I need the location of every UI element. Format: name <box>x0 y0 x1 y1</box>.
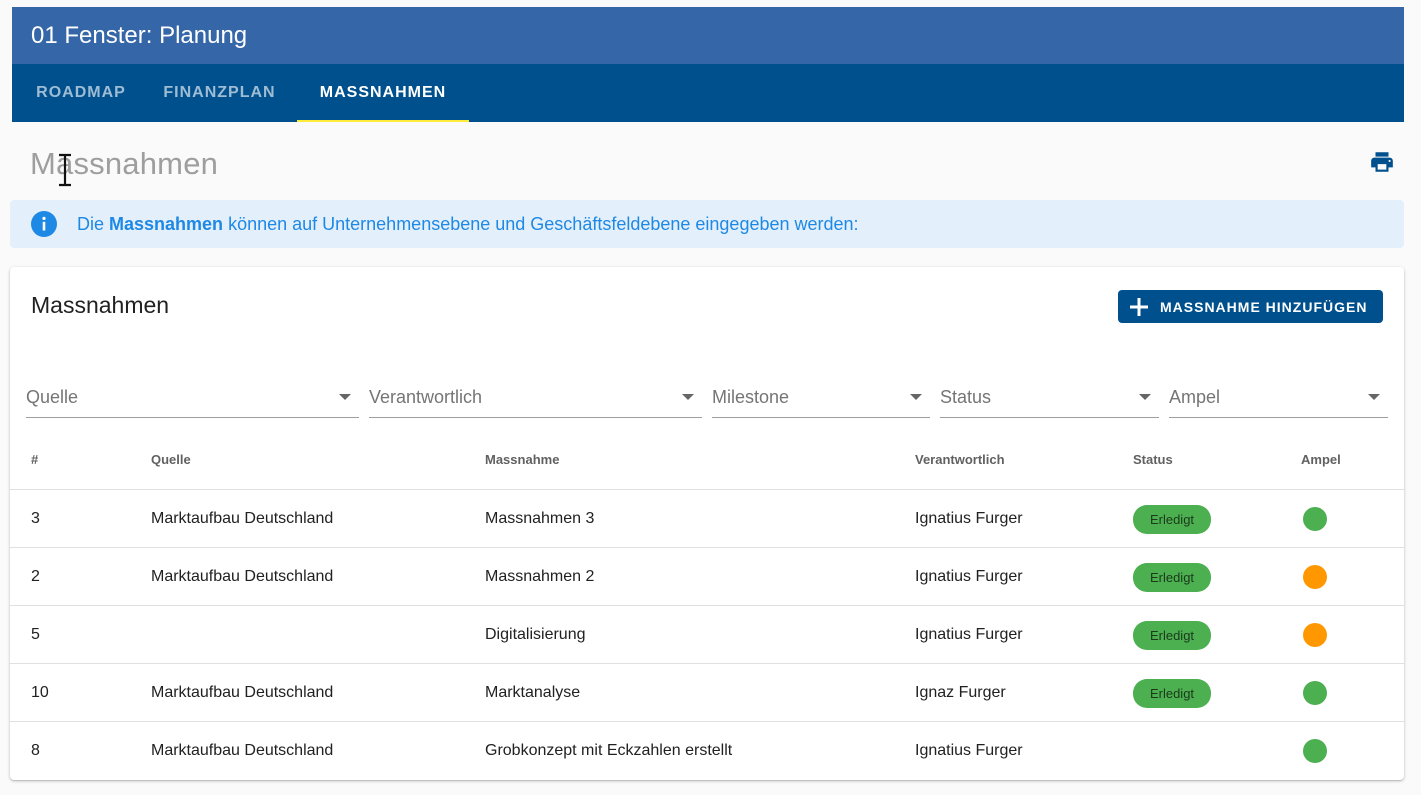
header-ampel[interactable]: Ampel <box>1301 452 1341 467</box>
header-verantwortlich[interactable]: Verantwortlich <box>915 452 1005 467</box>
tab-roadmap[interactable]: ROADMAP <box>12 64 142 122</box>
caret-down-icon <box>682 394 694 400</box>
caret-down-icon <box>1139 394 1151 400</box>
tab-bar: ROADMAP FINANZPLAN MASSNAHMEN <box>12 64 1404 122</box>
status-badge: Erledigt <box>1133 562 1211 592</box>
cell-nr: 3 <box>31 510 40 527</box>
cell-ampel <box>1303 722 1327 780</box>
filter-status[interactable]: Status <box>940 377 1159 418</box>
header-quelle[interactable]: Quelle <box>151 452 191 467</box>
cell-nr: 5 <box>31 626 40 643</box>
table-row[interactable]: 2 Marktaufbau Deutschland Massnahmen 2 Igna… <box>10 547 1404 605</box>
filter-quelle[interactable]: Quelle <box>26 377 359 418</box>
cell-nr: 2 <box>31 568 40 585</box>
cell-massnahme: Massnahmen 2 <box>485 568 595 585</box>
filter-ampel[interactable]: Ampel <box>1169 377 1388 418</box>
header-nr[interactable]: # <box>31 452 38 467</box>
cell-verantwortlich: Ignatius Furger <box>915 510 1023 527</box>
cell-verantwortlich: Ignatius Furger <box>915 626 1023 643</box>
add-massnahme-button[interactable]: MASSNAHME HINZUFÜGEN <box>1118 290 1383 323</box>
window-title-bar: 01 Fenster: Planung <box>12 7 1404 64</box>
cell-status: Erledigt <box>1133 606 1211 664</box>
cell-massnahme: Digitalisierung <box>485 626 586 643</box>
cell-quelle: Marktaufbau Deutschland <box>151 510 334 527</box>
cell-ampel <box>1303 490 1327 548</box>
status-badge: Erledigt <box>1133 620 1211 650</box>
table-row[interactable]: 3 Marktaufbau Deutschland Massnahmen 3 Igna… <box>10 489 1404 547</box>
cell-ampel <box>1303 664 1327 722</box>
status-badge: Erledigt <box>1133 678 1211 708</box>
cell-verantwortlich: Ignatius Furger <box>915 742 1023 759</box>
cell-massnahme: Grobkonzept mit Eckzahlen erstellt <box>485 742 733 759</box>
add-button-label: MASSNAHME HINZUFÜGEN <box>1160 298 1368 315</box>
cell-massnahme: Marktanalyse <box>485 684 581 701</box>
window-title: 01 Fenster: Planung <box>31 21 248 49</box>
ampel-indicator <box>1303 681 1327 705</box>
filter-verantwortlich[interactable]: Verantwortlich <box>369 377 702 418</box>
cell-verantwortlich: Ignatius Furger <box>915 568 1023 585</box>
table-row[interactable]: 10 Marktaufbau Deutschland Marktanalyse Ign… <box>10 663 1404 721</box>
ampel-indicator <box>1303 507 1327 531</box>
info-icon <box>31 211 57 237</box>
cell-ampel <box>1303 606 1327 664</box>
table-row[interactable]: 5 Digitalisierung Ignatius Furger Erledigt <box>10 605 1404 663</box>
cell-quelle: Marktaufbau Deutschland <box>151 742 334 759</box>
ampel-indicator <box>1303 565 1327 589</box>
cell-verantwortlich: Ignaz Furger <box>915 684 1006 701</box>
cell-massnahme: Massnahmen 3 <box>485 510 595 527</box>
cell-ampel <box>1303 548 1327 606</box>
text-cursor-icon <box>59 153 71 187</box>
cell-quelle: Marktaufbau Deutschland <box>151 684 334 701</box>
info-alert: Die Massnahmen können auf Unternehmenseb… <box>10 200 1404 248</box>
cell-nr: 8 <box>31 742 40 759</box>
info-text: Die Massnahmen können auf Unternehmenseb… <box>77 213 859 234</box>
caret-down-icon <box>339 394 351 400</box>
cell-status: Erledigt <box>1133 548 1211 606</box>
tab-finanzplan[interactable]: FINANZPLAN <box>142 64 297 122</box>
cell-nr: 10 <box>31 684 49 701</box>
header-massnahme[interactable]: Massnahme <box>485 452 559 467</box>
card-title: Massnahmen <box>31 292 170 318</box>
filter-milestone[interactable]: Milestone <box>712 377 930 418</box>
cell-status: Erledigt <box>1133 664 1211 722</box>
tab-massnahmen[interactable]: MASSNAHMEN <box>297 64 469 122</box>
table-row[interactable]: 8 Marktaufbau Deutschland Grobkonzept mit … <box>10 721 1404 779</box>
cell-quelle: Marktaufbau Deutschland <box>151 568 334 585</box>
cell-status: Erledigt <box>1133 490 1211 548</box>
print-icon[interactable] <box>1369 149 1395 175</box>
status-badge: Erledigt <box>1133 504 1211 534</box>
ampel-indicator <box>1303 623 1327 647</box>
plus-icon <box>1130 297 1148 316</box>
header-status[interactable]: Status <box>1133 452 1173 467</box>
massnahmen-card: Massnahmen MASSNAHME HINZUFÜGEN Quelle V… <box>10 267 1404 780</box>
caret-down-icon <box>1368 394 1380 400</box>
caret-down-icon <box>910 394 922 400</box>
ampel-indicator <box>1303 739 1327 763</box>
